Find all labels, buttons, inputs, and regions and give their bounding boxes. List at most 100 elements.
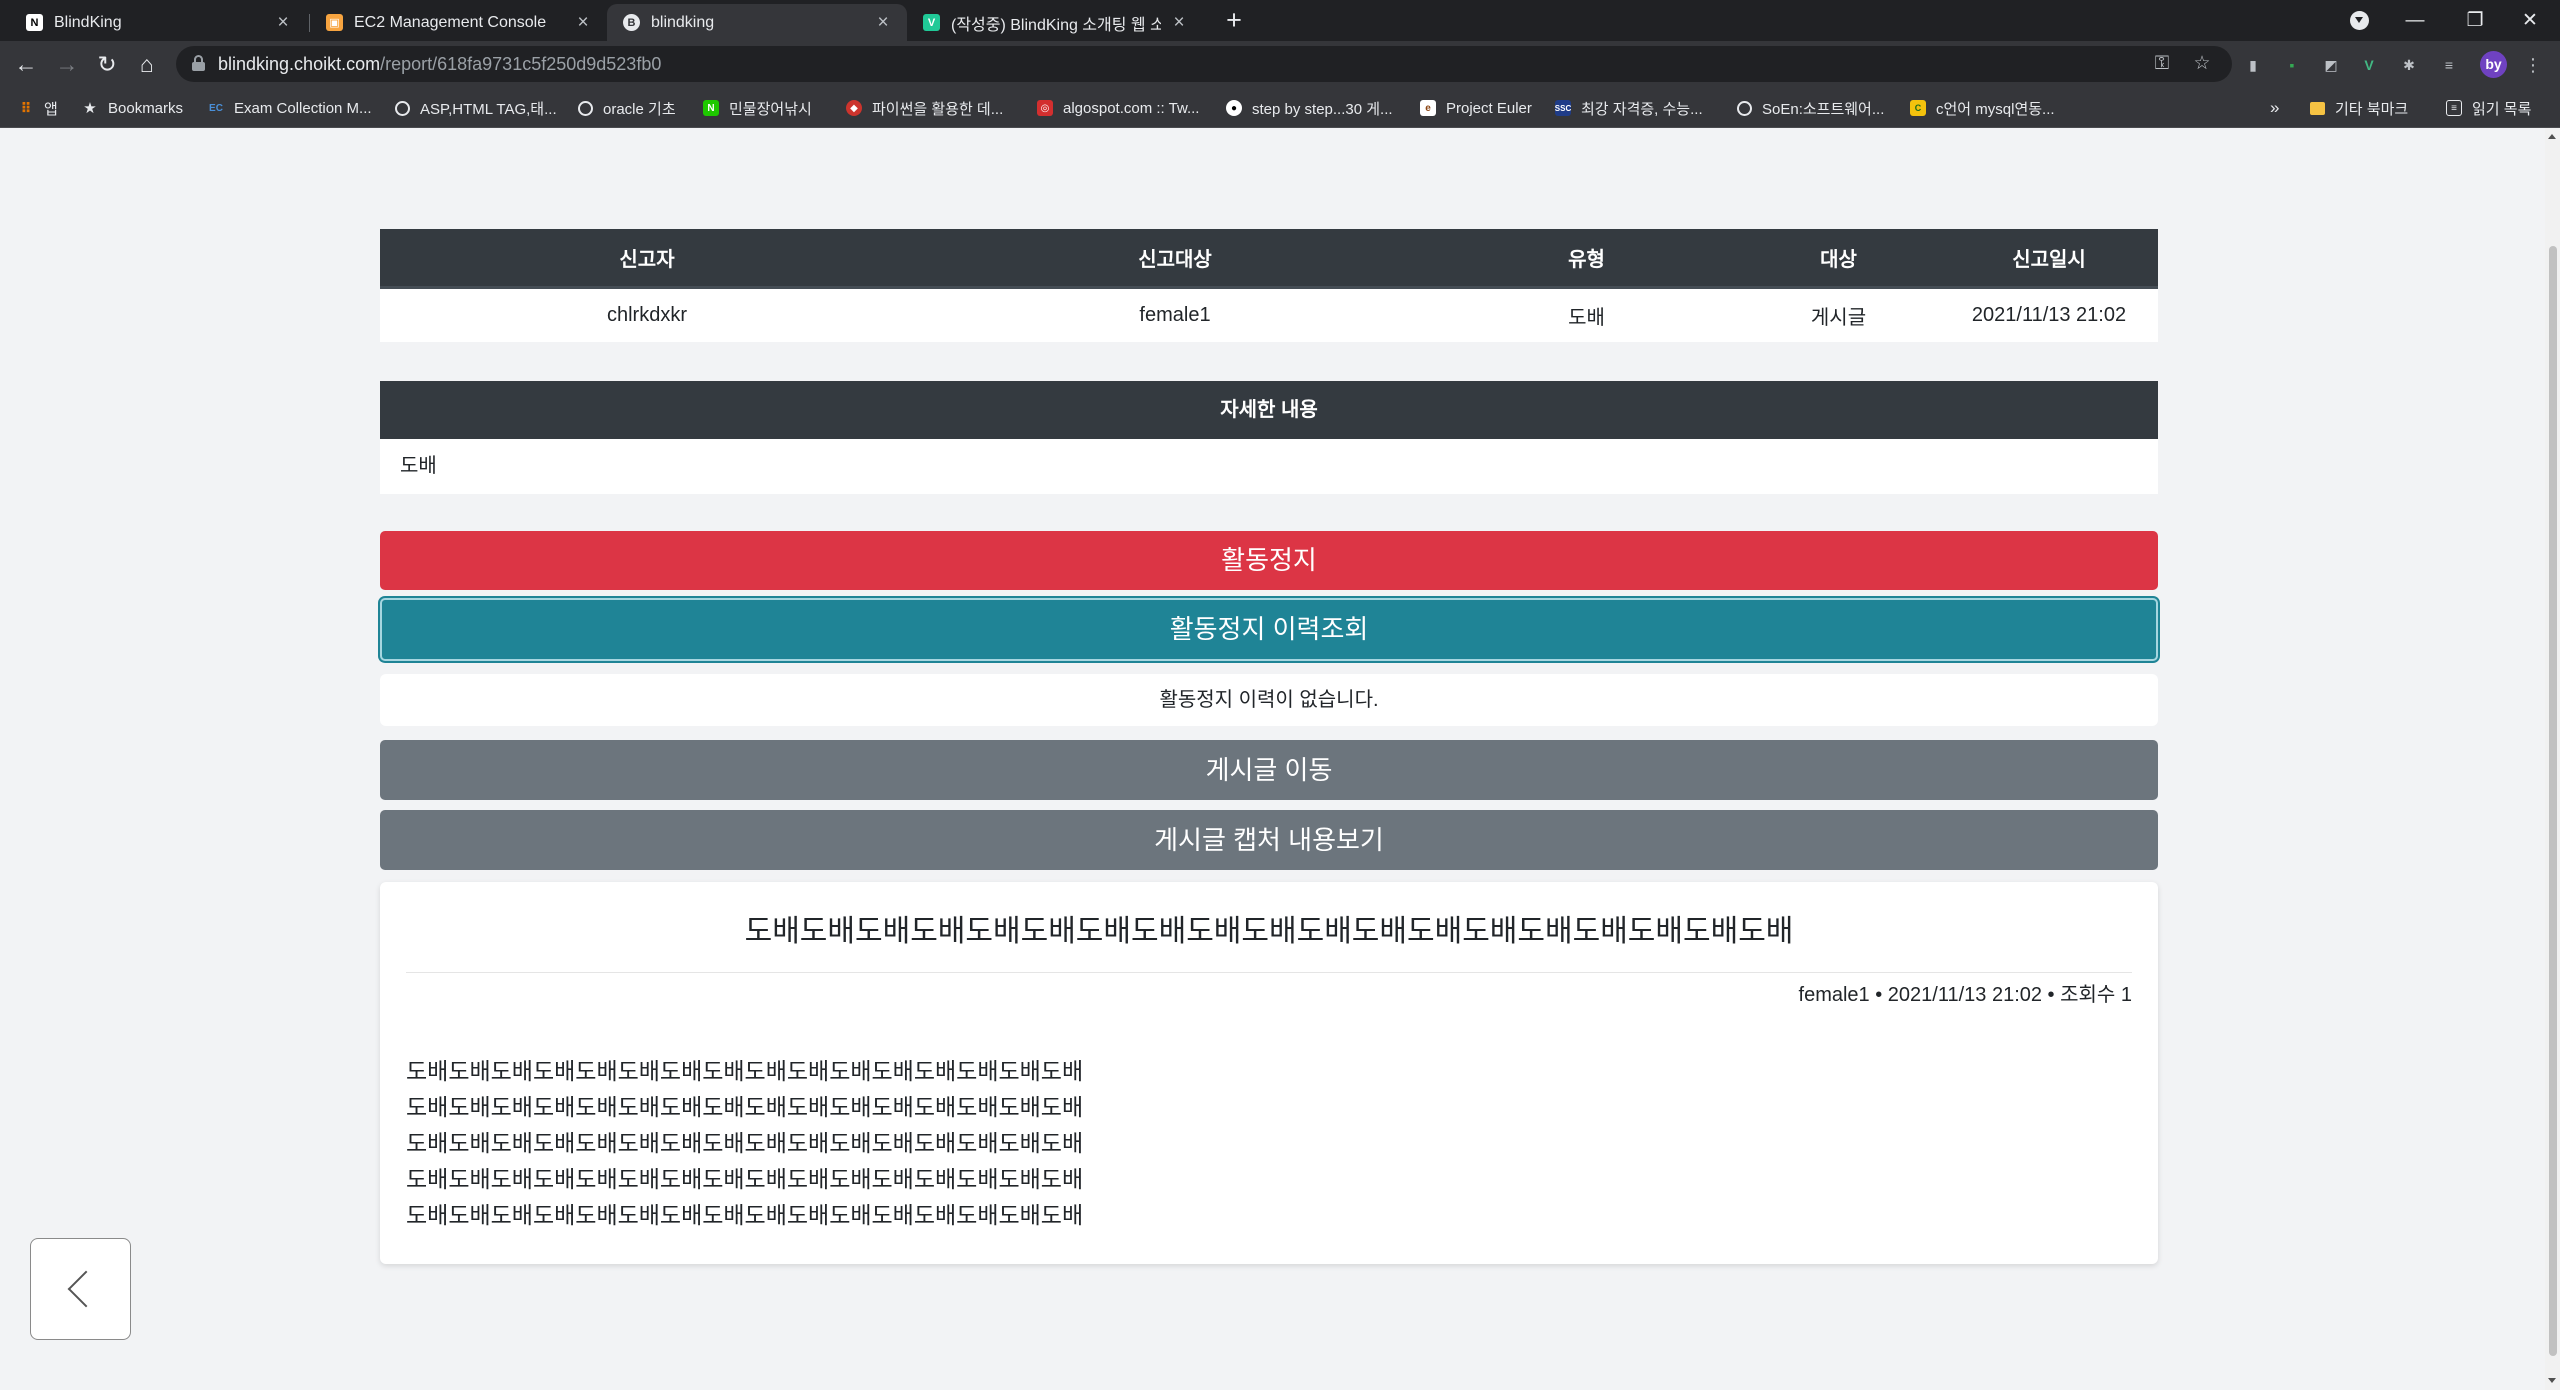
column-header-report-date: 신고일시 bbox=[1940, 229, 2158, 289]
page-scrollbar[interactable] bbox=[2545, 128, 2560, 1390]
tab-ec2-console[interactable]: ▣ EC2 Management Console × bbox=[310, 4, 607, 41]
close-icon[interactable]: × bbox=[873, 12, 893, 34]
velog-icon: V bbox=[923, 14, 940, 31]
bookmark-certification[interactable]: SSC 최강 자격증, 수능... bbox=[1555, 88, 1703, 128]
tab-title: EC2 Management Console bbox=[354, 13, 547, 31]
post-body: 도배도배도배도배도배도배도배도배도배도배도배도배도배도배도배도배 도배도배도배도… bbox=[406, 1058, 1084, 1228]
bookmark-other-folder[interactable]: 기타 북마크 bbox=[2310, 88, 2408, 128]
suspend-button-wrapper: 활동정지 bbox=[380, 531, 2158, 590]
tab-blindking-notion[interactable]: N BlindKing × bbox=[10, 4, 307, 41]
close-icon[interactable]: × bbox=[273, 12, 293, 34]
report-table-wrapper: 신고자 신고대상 유형 대상 신고일시 chlrkdxkr female1 도배… bbox=[380, 229, 2158, 342]
tab-title: (작성중) BlindKing 소개팅 웹 소 bbox=[951, 16, 1161, 34]
reading-list-icon: ≡ bbox=[2446, 100, 2462, 116]
new-tab-button[interactable]: + bbox=[1219, 5, 1249, 35]
vue-devtools-icon[interactable]: V bbox=[2356, 52, 2382, 78]
euler-icon: e bbox=[1420, 100, 1436, 116]
bookmark-algospot[interactable]: ◎ algospot.com :: Tw... bbox=[1037, 88, 1199, 128]
menu-kebab-icon[interactable]: ⋮ bbox=[2520, 52, 2546, 78]
tab-search-icon[interactable] bbox=[2350, 11, 2369, 30]
ruby-icon: ◆ bbox=[846, 100, 862, 116]
bookmark-asp-html[interactable]: ASP,HTML TAG,태... bbox=[395, 88, 557, 128]
column-header-type: 유형 bbox=[1436, 229, 1737, 289]
media-control-icon[interactable]: ≡ bbox=[2436, 52, 2462, 78]
view-capture-button[interactable]: 게시글 캡처 내용보기 bbox=[380, 810, 2158, 870]
bookmark-eel-fishing[interactable]: N 민물장어낚시 bbox=[703, 88, 812, 128]
chevron-left-icon bbox=[67, 1270, 105, 1308]
close-icon[interactable]: × bbox=[1169, 12, 1189, 34]
profile-avatar[interactable]: by bbox=[2480, 51, 2507, 78]
reported-user-cell: female1 bbox=[1139, 303, 1211, 326]
tab-title: blindking bbox=[651, 13, 715, 31]
lock-icon[interactable] bbox=[192, 55, 205, 71]
history-empty-message: 활동정지 이력이 없습니다. bbox=[380, 674, 2158, 726]
bookmark-oracle[interactable]: oracle 기초 bbox=[578, 88, 676, 128]
extension-icon[interactable]: ◩ bbox=[2318, 52, 2344, 78]
bookmark-c-mysql[interactable]: Cc언어 mysql연동... bbox=[1910, 88, 2055, 128]
close-window-icon[interactable]: ✕ bbox=[2500, 0, 2560, 41]
mysql-icon: C bbox=[1910, 100, 1926, 116]
url-text[interactable]: blindking.choikt.com/report/618fa9731c5f… bbox=[218, 54, 661, 75]
bookmark-python-data[interactable]: ◆ 파이썬을 활용한 데... bbox=[846, 88, 1003, 128]
address-bar[interactable]: blindking.choikt.com/report/618fa9731c5f… bbox=[176, 46, 2232, 82]
globe-icon bbox=[395, 100, 410, 116]
column-header-target: 대상 bbox=[1737, 229, 1940, 289]
key-icon[interactable]: ⚿ bbox=[2150, 52, 2174, 76]
naver-icon: N bbox=[703, 100, 719, 116]
browser-tab-strip: N BlindKing × ▣ EC2 Management Console ×… bbox=[0, 0, 2560, 41]
post-title: 도배도배도배도배도배도배도배도배도배도배도배도배도배도배도배도배도배도배도배 bbox=[406, 882, 2132, 973]
post-capture-card: 도배도배도배도배도배도배도배도배도배도배도배도배도배도배도배도배도배도배도배 f… bbox=[380, 882, 2158, 1264]
target-cell: 게시글 bbox=[1810, 306, 1867, 329]
back-button[interactable] bbox=[30, 1238, 131, 1340]
close-icon[interactable]: × bbox=[573, 12, 593, 34]
tab-blindking-active[interactable]: B blindking × bbox=[607, 4, 907, 41]
suspend-history-wrapper: 활동정지 이력조회 bbox=[380, 598, 2158, 661]
ec-icon: EC bbox=[209, 102, 223, 114]
goto-post-button[interactable]: 게시글 이동 bbox=[380, 740, 2158, 800]
reporter-cell: chlrkdxkr bbox=[606, 303, 687, 326]
back-arrow-icon[interactable]: ← bbox=[9, 47, 43, 81]
tab-velog-draft[interactable]: V (작성중) BlindKing 소개팅 웹 소 × bbox=[907, 4, 1203, 41]
type-cell: 도배 bbox=[1568, 306, 1605, 329]
extension-icon[interactable]: ▮ bbox=[2240, 52, 2266, 78]
restore-icon[interactable]: ❐ bbox=[2445, 0, 2505, 41]
star-icon[interactable]: ☆ bbox=[2190, 52, 2214, 76]
aws-icon: ▣ bbox=[326, 14, 343, 31]
goto-post-wrapper: 게시글 이동 bbox=[380, 740, 2158, 800]
scroll-up-icon[interactable] bbox=[2548, 134, 2556, 139]
bookmark-soen[interactable]: SoEn:소프트웨어... bbox=[1737, 88, 1884, 128]
column-header-reported-user: 신고대상 bbox=[914, 229, 1436, 289]
detail-text: 도배 bbox=[380, 439, 2158, 494]
view-capture-wrapper: 게시글 캡처 내용보기 bbox=[380, 810, 2158, 870]
table-row: chlrkdxkr female1 도배 게시글 2021/11/13 21:0… bbox=[380, 287, 2158, 342]
globe-icon bbox=[1737, 100, 1752, 116]
puzzle-extensions-icon[interactable]: ✱ bbox=[2396, 52, 2422, 78]
column-header-reporter: 신고자 bbox=[380, 229, 914, 289]
notion-icon: N bbox=[26, 14, 43, 31]
bookmark-step-by-step[interactable]: ● step by step...30 게... bbox=[1226, 88, 1393, 128]
bookmark-bookmarks[interactable]: ★ Bookmarks bbox=[82, 88, 183, 128]
bookmark-project-euler[interactable]: e Project Euler bbox=[1420, 88, 1532, 128]
report-table: 신고자 신고대상 유형 대상 신고일시 chlrkdxkr female1 도배… bbox=[380, 229, 2158, 342]
page-viewport: 신고자 신고대상 유형 대상 신고일시 chlrkdxkr female1 도배… bbox=[0, 128, 2545, 1390]
scroll-down-icon[interactable] bbox=[2548, 1378, 2556, 1383]
folder-icon bbox=[2310, 101, 2325, 115]
github-icon: ● bbox=[1226, 100, 1242, 116]
browser-toolbar: ← → ↻ ⌂ blindking.choikt.com/report/618f… bbox=[0, 41, 2560, 88]
bookmark-exam-collection[interactable]: EC Exam Collection M... bbox=[208, 88, 372, 128]
suspend-button[interactable]: 활동정지 bbox=[380, 531, 2158, 590]
scrollbar-thumb[interactable] bbox=[2549, 246, 2557, 1356]
minimize-icon[interactable]: — bbox=[2385, 0, 2445, 41]
report-date-cell: 2021/11/13 21:02 bbox=[1971, 303, 2127, 326]
detail-heading: 자세한 내용 bbox=[380, 381, 2158, 439]
extension-icon[interactable]: ▪ bbox=[2279, 52, 2305, 78]
reading-list-button[interactable]: ≡ 읽기 목록 bbox=[2446, 88, 2531, 128]
bookmarks-overflow-button[interactable]: » bbox=[2270, 88, 2279, 128]
reload-icon[interactable]: ↻ bbox=[90, 47, 124, 81]
forward-arrow-icon[interactable]: → bbox=[50, 47, 84, 81]
suspend-history-button[interactable]: 활동정지 이력조회 bbox=[380, 598, 2158, 661]
ssc-icon: SSC bbox=[1555, 100, 1571, 116]
bookmark-apps[interactable]: ⠿ 앱 bbox=[18, 88, 58, 128]
home-icon[interactable]: ⌂ bbox=[130, 47, 164, 81]
post-meta: female1 • 2021/11/13 21:02 • 조회수 1 bbox=[1798, 984, 2132, 1006]
